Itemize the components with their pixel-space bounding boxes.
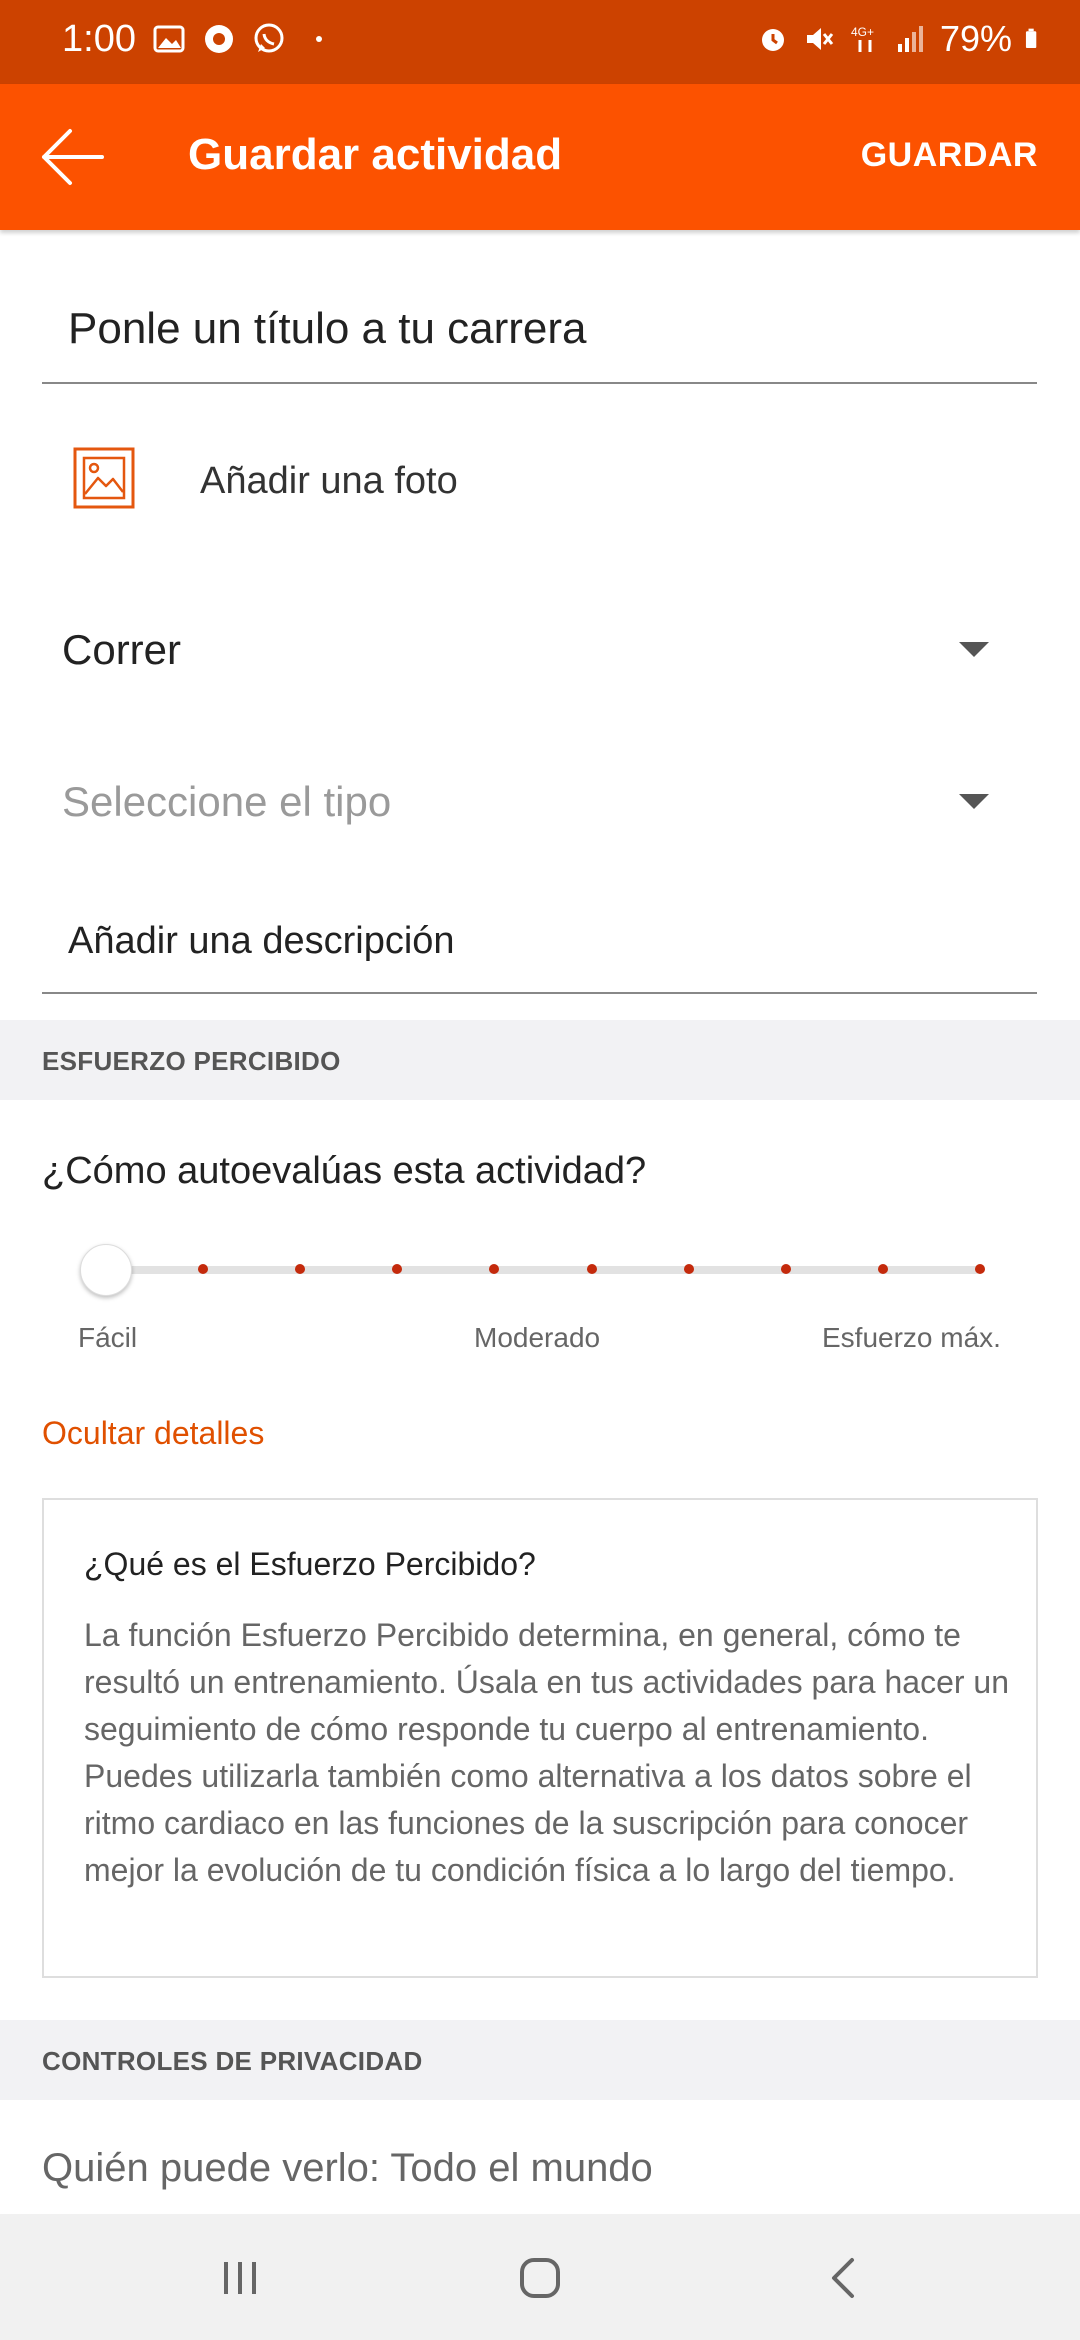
notification-icons: [152, 22, 336, 56]
activity-title-input[interactable]: Ponle un título a tu carrera: [42, 290, 1037, 384]
slider-label-max: Esfuerzo máx.: [822, 1322, 1001, 1353]
add-photo-label: Añadir una foto: [200, 460, 458, 502]
description-input[interactable]: Añadir una descripción: [42, 900, 1037, 994]
dropdown-caret-icon: [959, 794, 989, 809]
gallery-notification-icon: [153, 25, 185, 53]
dropdown-caret-icon: [959, 642, 989, 657]
home-icon[interactable]: [516, 2254, 564, 2302]
status-bar: 1:00 4G+ 79%: [0, 0, 1080, 84]
page-title: Guardar actividad: [188, 130, 563, 179]
record-notification-icon: [205, 25, 233, 53]
recents-icon[interactable]: [216, 2254, 264, 2302]
info-body: La función Esfuerzo Percibido determina,…: [84, 1617, 1009, 1888]
section-title: ESFUERZO PERCIBIDO: [42, 1046, 341, 1076]
slider-step-dot: [780, 1264, 791, 1274]
alarm-icon: [761, 29, 784, 51]
effort-question: ¿Cómo autoevalúas esta actividad?: [42, 1150, 647, 1192]
app-bar: Guardar actividad GUARDAR: [0, 84, 1080, 230]
sport-type-select[interactable]: Correr: [42, 600, 1037, 700]
slider-step-dot: [975, 1264, 985, 1274]
effort-info-box: ¿Qué es el Esfuerzo Percibido? La funció…: [42, 1498, 1038, 1978]
hide-details-link[interactable]: Ocultar detalles: [42, 1415, 264, 1452]
effort-slider[interactable]: [80, 1240, 990, 1300]
mute-icon: [806, 28, 834, 50]
visibility-setting[interactable]: Quién puede verlo: Todo el mundo: [42, 2146, 653, 2191]
photo-icon: [73, 447, 135, 509]
battery-percent: 79%: [939, 18, 1012, 59]
back-icon[interactable]: [820, 2254, 868, 2302]
add-photo-button[interactable]: Añadir una foto: [42, 420, 1037, 540]
slider-step-dot: [683, 1264, 694, 1274]
perceived-effort-header: ESFUERZO PERCIBIDO: [0, 1020, 1080, 1100]
section-title: CONTROLES DE PRIVACIDAD: [42, 2046, 423, 2076]
workout-type-placeholder: Seleccione el tipo: [62, 778, 392, 825]
activity-title-value: Ponle un título a tu carrera: [68, 304, 587, 353]
slider-label-easy: Fácil: [78, 1322, 138, 1353]
slider-track: [104, 1266, 980, 1274]
svg-text:4G+: 4G+: [851, 25, 874, 39]
system-nav-bar: [0, 2214, 1080, 2340]
save-button[interactable]: GUARDAR: [861, 136, 1038, 175]
more-dot-icon: [316, 36, 322, 42]
sport-type-value: Correr: [62, 626, 182, 673]
network-4g-icon: 4G+: [851, 25, 874, 52]
workout-type-select[interactable]: Seleccione el tipo: [42, 752, 1037, 852]
info-title: ¿Qué es el Esfuerzo Percibido?: [84, 1546, 536, 1582]
back-arrow-icon[interactable]: [36, 122, 110, 192]
slider-label-moderate: Moderado: [474, 1322, 601, 1353]
slider-step-dot: [586, 1264, 597, 1274]
battery-icon: [1025, 28, 1037, 49]
whatsapp-notification-icon: [254, 23, 284, 53]
signal-icon: [897, 26, 923, 52]
privacy-controls-header: CONTROLES DE PRIVACIDAD: [0, 2020, 1080, 2100]
system-icons: 4G+ 79%: [756, 18, 1046, 60]
slider-step-dot: [877, 1264, 888, 1274]
status-time: 1:00: [62, 18, 136, 60]
description-value: Añadir una descripción: [68, 920, 455, 962]
slider-thumb[interactable]: [80, 1244, 132, 1296]
